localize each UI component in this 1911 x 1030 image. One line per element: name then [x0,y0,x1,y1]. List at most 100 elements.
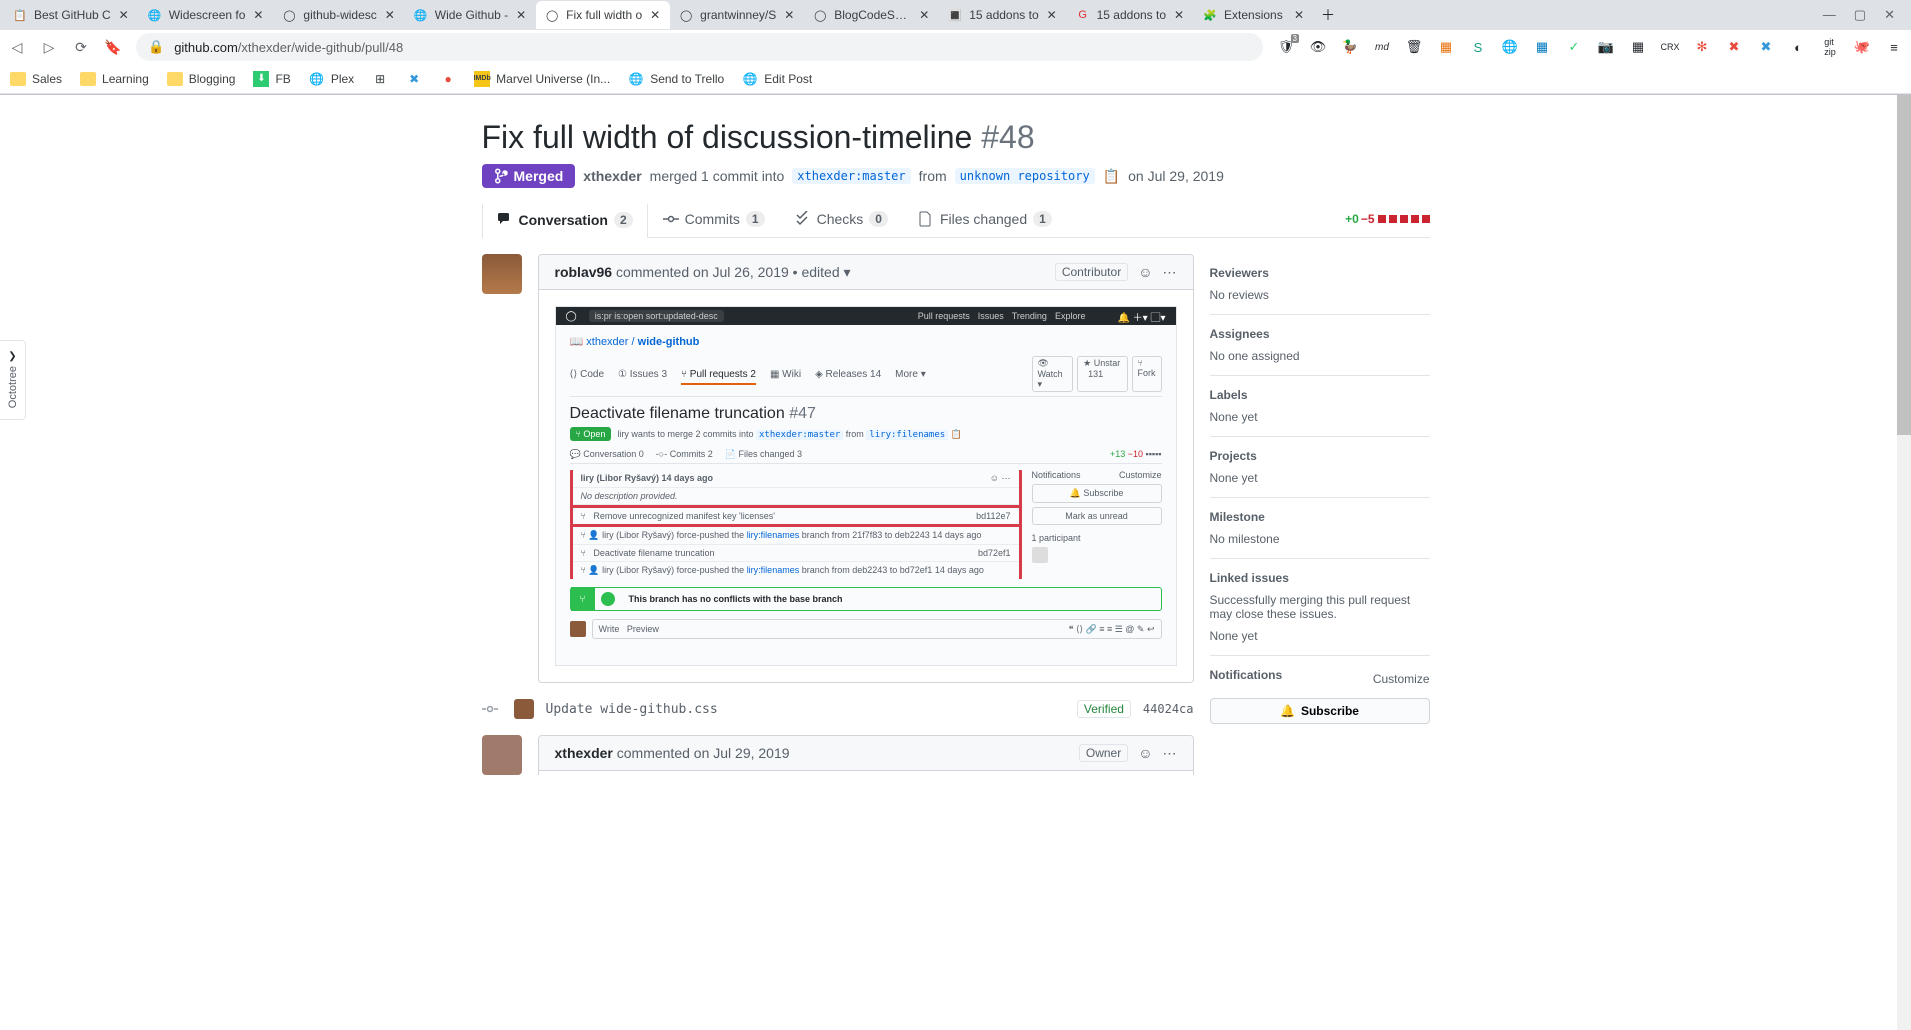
tab-conversation[interactable]: Conversation 2 [482,202,648,238]
diff-block [1400,215,1408,223]
menu-button[interactable]: ≡ [1885,38,1903,56]
comment-date[interactable]: on Jul 26, 2019 [693,264,789,280]
verified-badge[interactable]: Verified [1077,700,1131,718]
ext-icon[interactable]: ✓ [1565,38,1583,56]
subscribe-button[interactable]: 🔔 Subscribe [1210,698,1430,724]
bookmark-item[interactable]: ✖ [406,71,422,87]
browser-tab[interactable]: ◯grantwinney/S✕ [670,1,804,29]
ext-icon[interactable]: 👁 [1309,38,1327,56]
close-icon[interactable]: ✕ [1045,8,1059,22]
ext-icon[interactable]: ▦ [1629,38,1647,56]
close-icon[interactable]: ✕ [251,8,265,22]
head-branch[interactable]: unknown repository [955,168,1095,184]
bookmark-item[interactable]: ⬇FB [253,71,290,87]
ext-icon[interactable]: 🌐 [1501,38,1519,56]
browser-tab[interactable]: 🔳15 addons to✕ [939,1,1066,29]
bookmark-item[interactable]: 🌐Send to Trello [628,71,724,87]
bookmark-folder[interactable]: Blogging [167,72,236,86]
bookmark-item[interactable]: ● [440,71,456,87]
ext-icon[interactable]: 🦆 [1341,38,1359,56]
pr-author[interactable]: xthexder [583,168,641,184]
ext-icon[interactable]: 🗑 [1405,38,1423,56]
close-icon[interactable]: ✕ [1172,8,1186,22]
commit-sha[interactable]: 44024ca [1143,702,1194,716]
avatar[interactable] [482,254,522,294]
ext-icon[interactable]: 📷 [1597,38,1615,56]
browser-tab[interactable]: 🌐Widescreen fo✕ [139,1,274,29]
url-bar[interactable]: 🔒 github.com/xthexder/wide-github/pull/4… [136,33,1263,61]
close-icon[interactable]: ✕ [117,8,131,22]
forward-button[interactable]: ▷ [40,38,58,56]
tab-checks[interactable]: Checks 0 [780,200,903,237]
browser-tab[interactable]: G15 addons to✕ [1067,1,1194,29]
ext-icon[interactable]: md [1373,38,1391,56]
commit-message[interactable]: Update wide-github.css [546,702,718,717]
bookmark-folder[interactable]: Sales [10,72,62,86]
scrollbar[interactable] [1897,95,1911,1030]
close-icon[interactable]: ✕ [514,8,528,22]
pr-sidebar: Reviewers No reviews Assignees No one as… [1210,254,1430,791]
reload-button[interactable]: ⟳ [72,38,90,56]
close-icon[interactable]: ✕ [383,8,397,22]
ext-icon[interactable]: ▦ [1533,38,1551,56]
edited-indicator[interactable]: • edited ▾ [793,264,851,280]
ext-icon[interactable]: ✻ [1693,38,1711,56]
es-breadcrumb: 📖 xthexder / wide-github [570,335,1162,348]
bookmark-item[interactable]: 🌐Plex [309,71,354,87]
es-timeline-highlighted: liry (Libor Ryšavý) 14 days ago☺ ⋯ No de… [570,470,1022,579]
close-window-button[interactable]: ✕ [1884,7,1895,23]
emoji-icon[interactable]: ☺ [1138,264,1152,280]
tab-files[interactable]: Files changed 1 [903,200,1067,237]
comment-author[interactable]: xthexder [555,745,613,761]
ext-icon[interactable]: ◐ [1789,38,1807,56]
ext-icon[interactable]: 🐙 [1853,38,1871,56]
emoji-icon[interactable]: ☺ [1138,745,1152,761]
browser-tab[interactable]: 📋Best GitHub C✕ [4,1,139,29]
tab-title: Extensions [1224,8,1286,22]
browser-tab[interactable]: 🧩Extensions✕ [1194,1,1314,29]
bookmark-item[interactable]: 🌐Edit Post [742,71,812,87]
base-branch[interactable]: xthexder:master [792,168,910,184]
avatar[interactable] [482,735,522,775]
favicon-icon: 🌐 [413,7,429,23]
browser-tab[interactable]: ◯github-widesc✕ [273,1,404,29]
bookmark-item[interactable]: ⊞ [372,71,388,87]
octotree-toggle[interactable]: ❯ Octotree [0,340,26,420]
maximize-button[interactable]: ▢ [1854,7,1866,23]
back-button[interactable]: ◁ [8,38,26,56]
browser-tab[interactable]: 🌐Wide Github -✕ [405,1,536,29]
scrollbar-thumb[interactable] [1897,95,1911,435]
ext-icon[interactable]: CRX [1661,38,1679,56]
diff-block [1422,215,1430,223]
close-icon[interactable]: ✕ [782,8,796,22]
minimize-button[interactable]: — [1823,7,1836,23]
pr-state-badge: Merged [482,164,576,188]
tab-title: grantwinney/S [700,8,776,22]
browser-tab-active[interactable]: ◯Fix full width o✕ [536,1,670,29]
sidebar-value: No milestone [1210,532,1430,546]
close-icon[interactable]: ✕ [1292,8,1306,22]
close-icon[interactable]: ✕ [648,8,662,22]
tab-commits[interactable]: Commits 1 [648,200,780,237]
globe-icon: 🌐 [742,71,758,87]
bookmark-page-icon[interactable]: 🔖 [104,38,122,56]
customize-link[interactable]: Customize [1373,672,1430,686]
kebab-icon[interactable]: ⋯ [1163,264,1177,281]
browser-tab[interactable]: ◯BlogCodeSam✕ [804,1,939,29]
new-tab-button[interactable]: ＋ [1314,1,1342,29]
ext-icon[interactable]: ▦ [1437,38,1455,56]
check-icon [601,592,615,606]
comment-date[interactable]: on Jul 29, 2019 [694,745,790,761]
bookmark-folder[interactable]: Learning [80,72,149,86]
ext-icon[interactable]: gitzip [1821,38,1839,56]
comment-author[interactable]: roblav96 [555,264,613,280]
ext-icon[interactable]: ✖ [1757,38,1775,56]
avatar[interactable] [514,699,534,719]
ext-icon[interactable]: S [1469,38,1487,56]
kebab-icon[interactable]: ⋯ [1163,745,1177,762]
clipboard-icon[interactable]: 📋 [1103,168,1120,185]
bookmark-item[interactable]: IMDbMarvel Universe (In... [474,71,610,87]
close-icon[interactable]: ✕ [917,8,931,22]
ext-icon[interactable]: ✖ [1725,38,1743,56]
brave-shield-icon[interactable]: 🛡3 [1277,38,1295,56]
